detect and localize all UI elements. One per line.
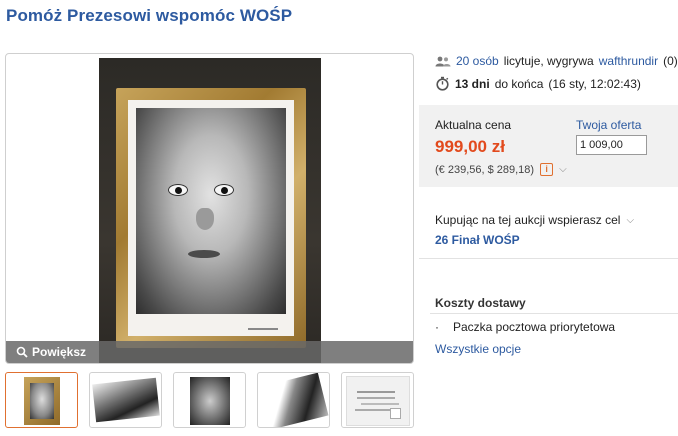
page-title: Pomóż Prezesowi wspomóc WOŚP xyxy=(6,6,293,25)
offer-input[interactable] xyxy=(576,135,647,155)
your-offer-label: Twoja oferta xyxy=(576,118,642,132)
bidders-text: licytuje, wygrywa xyxy=(503,54,594,68)
info-icon[interactable]: i xyxy=(540,163,554,176)
price-alt-currencies: (€ 239,56, $ 289,18) xyxy=(435,163,535,176)
charity-panel: Kupując na tej aukcji wspierasz cel ⌵ 26… xyxy=(419,192,678,259)
picture-mat xyxy=(128,100,294,336)
main-image[interactable]: Powiększ xyxy=(5,53,414,364)
portrait-nose xyxy=(196,208,214,230)
shipping-option-label: Paczka pocztowa priorytetowa xyxy=(453,320,616,334)
thumbnail-1[interactable] xyxy=(5,372,78,428)
portrait-photo xyxy=(136,108,286,314)
chevron-down-icon[interactable]: ⌵ xyxy=(626,215,634,226)
zoom-button[interactable]: Powiększ xyxy=(6,341,413,363)
thumbnail-4[interactable] xyxy=(257,372,330,428)
portrait-eye-right xyxy=(214,184,234,196)
thumbnail-5[interactable] xyxy=(341,372,414,428)
picture-frame xyxy=(116,88,306,348)
portrait-eye-left xyxy=(168,184,188,196)
thumbnail-3[interactable] xyxy=(173,372,246,428)
end-date: (16 sty, 12:02:43) xyxy=(548,76,641,91)
price-conversion: (€ 239,56, $ 289,18) i ⌵ xyxy=(435,163,567,176)
magnifier-icon xyxy=(16,346,28,358)
charity-label-row[interactable]: Kupując na tej aukcji wspierasz cel ⌵ xyxy=(435,213,634,227)
leader-link[interactable]: wafthrundir xyxy=(599,54,658,68)
shipping-divider xyxy=(430,313,678,314)
bidders-count-link[interactable]: 20 osób xyxy=(456,54,499,68)
shipping-option: · Paczka pocztowa priorytetowa xyxy=(435,320,615,334)
users-icon xyxy=(435,56,451,66)
portrait-mouth xyxy=(188,250,220,258)
current-price-label: Aktualna cena xyxy=(435,118,512,132)
bullet: · xyxy=(435,320,439,334)
zoom-label: Powiększ xyxy=(32,345,87,359)
thumbnail-strip xyxy=(5,372,414,428)
price-panel: Aktualna cena 999,00 zł (€ 239,56, $ 289… xyxy=(419,105,678,187)
signature-mark xyxy=(248,328,278,330)
shipping-title: Koszty dostawy xyxy=(435,296,526,310)
charity-name-link[interactable]: 26 Finał WOŚP xyxy=(435,233,520,247)
all-shipping-options-link[interactable]: Wszystkie opcje xyxy=(435,342,521,356)
chevron-down-icon[interactable]: ⌵ xyxy=(559,164,567,175)
bidders-info: 20 osób licytuje, wygrywa wafthrundir (0… xyxy=(435,54,678,68)
stopwatch-icon xyxy=(436,76,449,91)
leader-score: (0) xyxy=(663,54,678,68)
thumbnail-2[interactable] xyxy=(89,372,162,428)
time-remaining: 13 dni do końca (16 sty, 12:02:43) xyxy=(435,76,641,91)
time-text: do końca xyxy=(494,76,544,91)
days-left: 13 dni xyxy=(455,76,490,91)
current-price: 999,00 zł xyxy=(435,137,505,156)
charity-label: Kupując na tej aukcji wspierasz cel xyxy=(435,213,621,227)
